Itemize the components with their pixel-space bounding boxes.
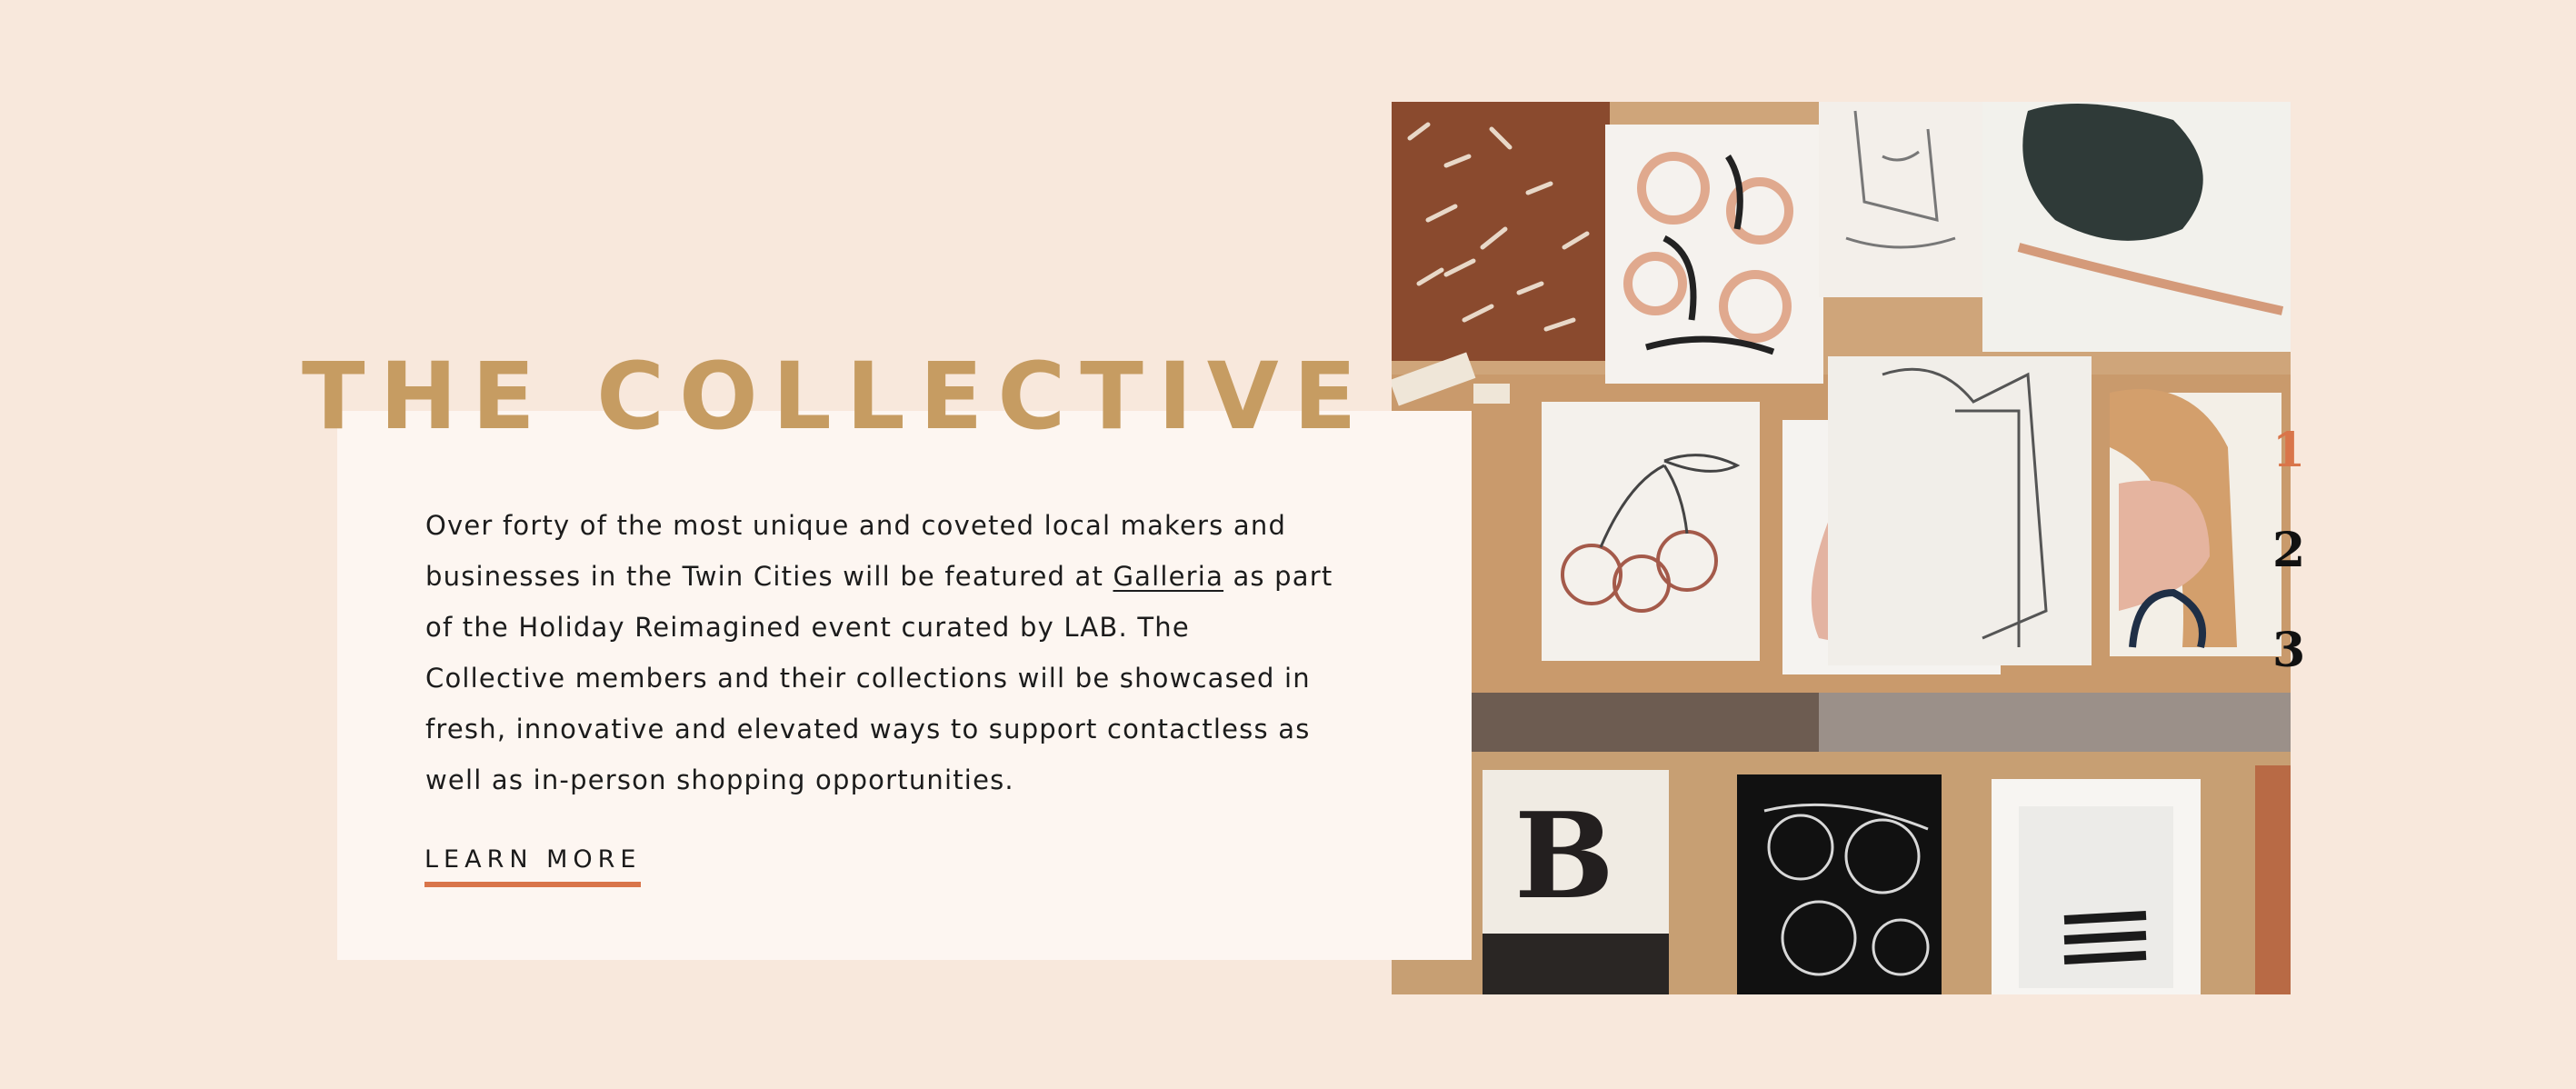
slide-3-button[interactable]: 3 bbox=[2272, 627, 2327, 727]
slide-1-button[interactable]: 1 bbox=[2272, 427, 2327, 527]
content-card: Over forty of the most unique and covete… bbox=[337, 411, 1472, 960]
svg-text:B: B bbox=[1514, 786, 1614, 925]
galleria-link[interactable]: Galleria bbox=[1113, 561, 1223, 592]
section-description: Over forty of the most unique and covete… bbox=[425, 500, 1334, 805]
collective-artwork-photo: B bbox=[1392, 102, 2291, 994]
section-title: THE COLLECTIVE bbox=[302, 343, 1372, 451]
slide-2-button[interactable]: 2 bbox=[2272, 527, 2327, 627]
slider-pagination: 1 2 3 bbox=[2272, 427, 2327, 727]
learn-more-button[interactable]: LEARN MORE bbox=[424, 845, 642, 887]
description-text-end: as part of the Holiday Reimagined event … bbox=[425, 561, 1333, 795]
